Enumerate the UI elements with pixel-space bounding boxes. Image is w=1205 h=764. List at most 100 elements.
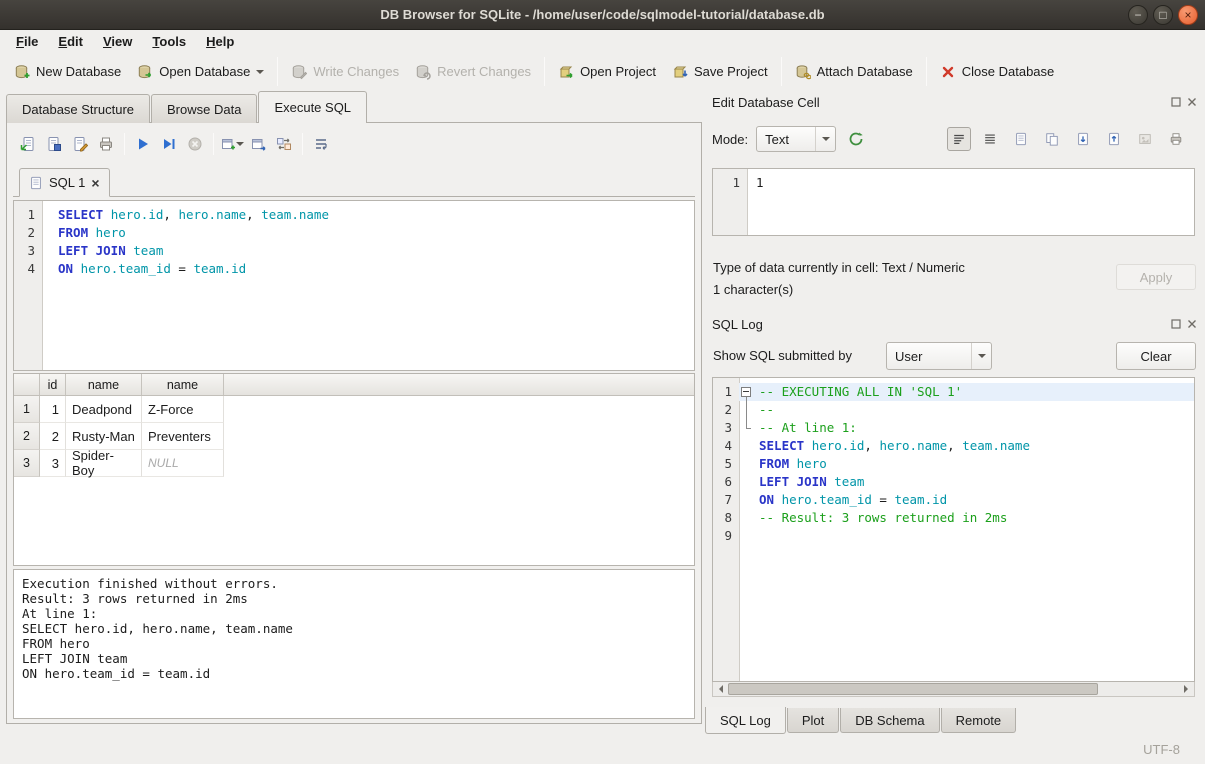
table-cell[interactable]: Preventers xyxy=(142,423,224,450)
write-changes-button[interactable]: Write Changes xyxy=(283,59,407,85)
sql-1-tab[interactable]: SQL 1 × xyxy=(19,168,110,197)
table-cell[interactable]: NULL xyxy=(142,450,224,477)
log-horizontal-scrollbar[interactable] xyxy=(712,682,1195,697)
dock-tab-sql-log[interactable]: SQL Log xyxy=(705,707,786,734)
table-cell[interactable]: 1 xyxy=(40,396,66,423)
import-cell-data-button[interactable] xyxy=(1071,127,1095,151)
word-wrap-cell-button[interactable] xyxy=(978,127,1002,151)
menu-edit[interactable]: Edit xyxy=(48,31,93,52)
find-replace-button[interactable] xyxy=(271,131,297,157)
close-database-button[interactable]: Close Database xyxy=(932,59,1063,85)
code-text[interactable]: -- Result: 3 rows returned in 2ms xyxy=(753,509,1007,527)
tab-database-structure[interactable]: Database Structure xyxy=(6,94,150,123)
auto-switch-mode-button[interactable] xyxy=(844,127,868,151)
sql-log-editor[interactable]: 1-- EXECUTING ALL IN 'SQL 1'2--3-- At li… xyxy=(712,377,1195,682)
code-text[interactable]: LEFT JOIN team xyxy=(753,473,864,491)
table-cell[interactable]: 3 xyxy=(40,450,66,477)
maximize-button[interactable]: □ xyxy=(1153,5,1173,25)
new-sql-tab-button[interactable] xyxy=(219,131,245,157)
menu-tools[interactable]: Tools xyxy=(142,31,196,52)
table-cell[interactable]: Deadpond xyxy=(66,396,142,423)
row-header[interactable]: 1 xyxy=(14,396,40,423)
execution-output-panel[interactable]: Execution finished without errors.Result… xyxy=(13,569,695,719)
open-database-dropdown-icon[interactable] xyxy=(256,70,264,78)
scrollbar-thumb[interactable] xyxy=(728,683,1098,695)
dock-tab-remote[interactable]: Remote xyxy=(941,708,1017,733)
code-text[interactable]: ON hero.team_id = team.id xyxy=(42,260,246,278)
clear-log-button[interactable]: Clear xyxy=(1116,342,1196,370)
code-text[interactable]: LEFT JOIN team xyxy=(42,242,163,260)
menu-help[interactable]: Help xyxy=(196,31,244,52)
text-view-button[interactable] xyxy=(947,127,971,151)
open-project-button[interactable]: Open Project xyxy=(550,59,664,85)
stop-execution-button[interactable] xyxy=(182,131,208,157)
float-dock-icon[interactable] xyxy=(1171,97,1181,107)
code-text[interactable]: FROM hero xyxy=(753,455,827,473)
output-line: LEFT JOIN team xyxy=(14,651,694,666)
close-dock-icon[interactable] xyxy=(1187,319,1197,329)
print-sql-button[interactable] xyxy=(93,131,119,157)
code-text[interactable]: SELECT hero.id, hero.name, team.name xyxy=(753,437,1030,455)
open-cell-data-button[interactable] xyxy=(1009,127,1033,151)
save-sql-file-button[interactable] xyxy=(41,131,67,157)
mode-select[interactable]: Text xyxy=(756,126,836,152)
titlebar[interactable]: DB Browser for SQLite - /home/user/code/… xyxy=(0,0,1205,30)
code-text[interactable]: -- At line 1: xyxy=(753,419,857,437)
minimize-button[interactable]: − xyxy=(1128,5,1148,25)
table-cell[interactable]: 2 xyxy=(40,423,66,450)
menu-file[interactable]: File xyxy=(6,31,48,52)
new-tab-dropdown-icon[interactable] xyxy=(236,142,244,150)
sql-log-filter-select[interactable]: User xyxy=(886,342,992,370)
code-text[interactable]: 1 xyxy=(747,174,764,192)
table-cell[interactable]: Spider-Boy xyxy=(66,450,142,477)
row-header[interactable]: 3 xyxy=(14,450,40,477)
column-header[interactable]: name xyxy=(66,374,142,395)
close-dock-icon[interactable] xyxy=(1187,97,1197,107)
column-header[interactable]: name xyxy=(142,374,224,395)
menu-view[interactable]: View xyxy=(93,31,142,52)
export-cell-data-button[interactable] xyxy=(1102,127,1126,151)
table-cell[interactable]: Z-Force xyxy=(142,396,224,423)
tab-browse-data[interactable]: Browse Data xyxy=(151,94,257,123)
attach-database-button[interactable]: Attach Database xyxy=(787,59,921,85)
open-database-button[interactable]: Open Database xyxy=(129,59,272,85)
results-table[interactable]: idnamename11DeadpondZ-Force22Rusty-ManPr… xyxy=(13,373,695,566)
save-sql-as-button[interactable] xyxy=(67,131,93,157)
revert-changes-button[interactable]: Revert Changes xyxy=(407,59,539,85)
code-text[interactable]: ON hero.team_id = team.id xyxy=(753,491,947,509)
execute-line-button[interactable] xyxy=(156,131,182,157)
row-header[interactable]: 2 xyxy=(14,423,40,450)
open-sql-tab-button[interactable] xyxy=(245,131,271,157)
new-tab-icon xyxy=(220,136,236,152)
scroll-right-icon[interactable] xyxy=(1179,682,1194,696)
table-cell[interactable]: Rusty-Man xyxy=(66,423,142,450)
float-dock-icon[interactable] xyxy=(1171,319,1181,329)
code-text[interactable]: -- EXECUTING ALL IN 'SQL 1' xyxy=(753,383,962,401)
code-text[interactable]: -- xyxy=(753,401,774,419)
encoding-indicator[interactable]: UTF-8 xyxy=(1143,742,1180,757)
execute-all-button[interactable] xyxy=(130,131,156,157)
apply-button[interactable]: Apply xyxy=(1116,264,1196,290)
new-database-button[interactable]: New Database xyxy=(6,59,129,85)
scroll-left-icon[interactable] xyxy=(713,682,728,696)
fold-gutter xyxy=(739,419,753,437)
print-cell-button[interactable] xyxy=(1164,127,1188,151)
code-text[interactable]: SELECT hero.id, hero.name, team.name xyxy=(42,206,329,224)
open-sql-file-button[interactable] xyxy=(15,131,41,157)
close-button[interactable]: × xyxy=(1178,5,1198,25)
sql-editor[interactable]: 1SELECT hero.id, hero.name, team.name2FR… xyxy=(13,200,695,371)
tab-execute-sql[interactable]: Execute SQL xyxy=(258,91,367,123)
code-text[interactable] xyxy=(753,527,759,545)
dock-tab-plot[interactable]: Plot xyxy=(787,708,839,733)
save-project-button[interactable]: Save Project xyxy=(664,59,776,85)
close-tab-icon[interactable]: × xyxy=(91,176,99,190)
dock-tab-db-schema[interactable]: DB Schema xyxy=(840,708,939,733)
code-text[interactable]: FROM hero xyxy=(42,224,126,242)
cell-editor[interactable]: 11 xyxy=(712,168,1195,236)
column-header[interactable]: id xyxy=(40,374,66,395)
chevron-down-icon xyxy=(978,354,986,362)
copy-cell-data-button[interactable] xyxy=(1040,127,1064,151)
image-view-button[interactable] xyxy=(1133,127,1157,151)
fold-marker-icon[interactable] xyxy=(739,383,753,401)
word-wrap-button[interactable] xyxy=(308,131,334,157)
